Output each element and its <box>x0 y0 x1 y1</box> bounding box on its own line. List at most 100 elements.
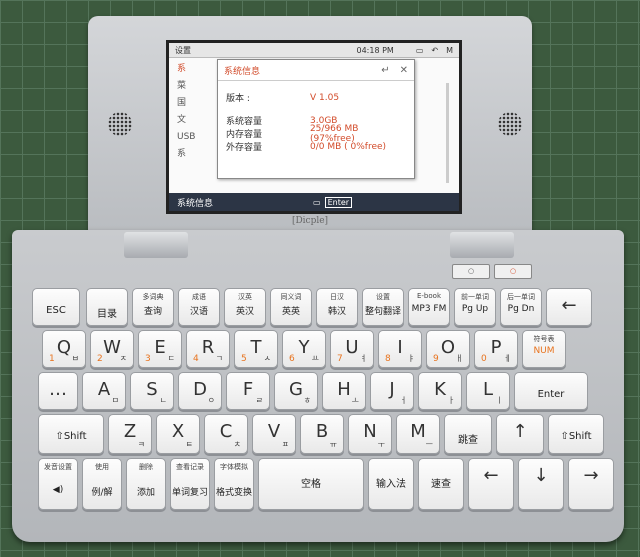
bottom-row-key-单词复习[interactable]: 查看记录 单词复习 <box>170 458 210 510</box>
key-main: ⇧Shift <box>55 431 87 442</box>
fn-row-key-韩汉[interactable]: 日汉 韩汉 <box>316 288 358 326</box>
home-row-key-k[interactable]: Kㅏ <box>418 372 462 410</box>
fn-row-key-目录[interactable]: 目录 <box>86 288 128 326</box>
fn-row-key-pg-up[interactable]: 前一单词 Pg Up <box>454 288 496 326</box>
key-main: Enter <box>537 389 565 400</box>
home-row-key-h[interactable]: Hㅗ <box>322 372 366 410</box>
key-main: 跳查 <box>458 435 478 446</box>
fn-row-key--[interactable]: ← <box>546 288 592 326</box>
home-row-key-a[interactable]: Aㅁ <box>82 372 126 410</box>
shift-row-key-z[interactable]: Zㅋ <box>108 414 152 454</box>
fn-row-key-mp3-fm[interactable]: E-book MP3 FM <box>408 288 450 326</box>
menu-item[interactable]: 系 <box>177 61 195 78</box>
shift-row-key--[interactable]: ↑ <box>496 414 544 454</box>
scrollbar[interactable] <box>446 83 449 183</box>
shift-row-key-跳查[interactable]: 跳查 <box>444 414 492 454</box>
qwerty-row-key-num[interactable]: 符号表 NUM <box>522 330 566 368</box>
key-top: 查看记录 <box>176 463 204 471</box>
qwerty-row-key-e[interactable]: E3ㄷ <box>138 330 182 368</box>
menu-item[interactable]: 系 <box>177 146 195 163</box>
power-button[interactable]: ○ <box>452 264 490 279</box>
qwerty-row-key-q[interactable]: Q1ㅂ <box>42 330 86 368</box>
brand-logo: [Dicple] <box>291 216 329 226</box>
shift-row-key-x[interactable]: Xㅌ <box>156 414 200 454</box>
key-main: ESC <box>46 305 66 316</box>
home-row-key-j[interactable]: Jㅓ <box>370 372 414 410</box>
home-row-key-s[interactable]: Sㄴ <box>130 372 174 410</box>
device-base: ESC 目录 多词典 查询 成语 汉语 汉英 英汉 同义词 英英 日汉 韩汉 设置 整句翻译 E-book M… <box>12 230 624 542</box>
key-kor: ㅅ <box>263 354 271 363</box>
shift-row-key-m[interactable]: Mㅡ <box>396 414 440 454</box>
key-num: 4 <box>193 354 199 364</box>
key-main: 空格 <box>301 479 321 490</box>
fn-row-key-英汉[interactable]: 汉英 英汉 <box>224 288 266 326</box>
enter-icon[interactable]: ↵ <box>381 65 389 76</box>
fn-row-key-查询[interactable]: 多词典 查询 <box>132 288 174 326</box>
key-num: 5 <box>241 354 247 364</box>
power-button-alt[interactable]: ○ <box>494 264 532 279</box>
home-row-key-d[interactable]: Dㅇ <box>178 372 222 410</box>
bottom-row-key--[interactable]: ↓ <box>518 458 564 510</box>
qwerty-row-key-w[interactable]: W2ㅈ <box>90 330 134 368</box>
bottom-row-key--[interactable]: ← <box>468 458 514 510</box>
key-main: ↑ <box>512 421 528 442</box>
key-num: 3 <box>145 354 151 364</box>
shift-row-key-v[interactable]: Vㅍ <box>252 414 296 454</box>
dialog-title: 系统信息 <box>224 66 261 77</box>
home-row-key-f[interactable]: Fㄹ <box>226 372 270 410</box>
key-top: 设置 <box>376 293 390 301</box>
key-kor: ㅌ <box>185 440 193 449</box>
key-kor: ㅎ <box>303 396 311 405</box>
shift-row-key--shift[interactable]: ⇧Shift <box>38 414 104 454</box>
close-icon[interactable]: ✕ <box>400 65 408 76</box>
fn-row-key-esc[interactable]: ESC <box>32 288 80 326</box>
shift-row-key-n[interactable]: Nㅜ <box>348 414 392 454</box>
bottom-row-key-输入法[interactable]: 输入法 <box>368 458 414 510</box>
fn-row-key-汉语[interactable]: 成语 汉语 <box>178 288 220 326</box>
qwerty-row-key-y[interactable]: Y6ㅛ <box>282 330 326 368</box>
home-row-key--[interactable]: … <box>38 372 78 410</box>
hinge-right <box>450 232 514 258</box>
key-bot: NUM <box>533 346 555 356</box>
enter-tag: Enter <box>324 196 353 208</box>
home-row-key-g[interactable]: Gㅎ <box>274 372 318 410</box>
bottom-row-key-添加[interactable]: 删除 添加 <box>126 458 166 510</box>
qwerty-row-key-p[interactable]: P0ㅔ <box>474 330 518 368</box>
bottom-row-key--[interactable]: → <box>568 458 614 510</box>
home-row-key-enter[interactable]: Enter <box>514 372 588 410</box>
return-icon: ↶ <box>431 45 439 55</box>
home-row-key-l[interactable]: Lㅣ <box>466 372 510 410</box>
qwerty-row-key-t[interactable]: T5ㅅ <box>234 330 278 368</box>
menu-item[interactable]: 文 <box>177 112 195 129</box>
bottom-row-key-空格[interactable]: 空格 <box>258 458 364 510</box>
qwerty-row-key-o[interactable]: O9ㅐ <box>426 330 470 368</box>
key-top: 字体模拟 <box>220 463 248 471</box>
qwerty-row-key-u[interactable]: U7ㅕ <box>330 330 374 368</box>
shift-row-key-b[interactable]: Bㅠ <box>300 414 344 454</box>
qwerty-row-key-r[interactable]: R4ㄱ <box>186 330 230 368</box>
fn-row-key-英英[interactable]: 同义词 英英 <box>270 288 312 326</box>
bottom-row-key--[interactable]: 发音设置 ◀) <box>38 458 78 510</box>
menu-item[interactable]: 国 <box>177 95 195 112</box>
fn-row-key-整句翻译[interactable]: 设置 整句翻译 <box>362 288 404 326</box>
bottom-row-key-格式变换[interactable]: 字体模拟 格式变换 <box>214 458 254 510</box>
key-top: 前一单词 <box>461 293 489 301</box>
qwerty-row-key-i[interactable]: I8ㅑ <box>378 330 422 368</box>
info-row-memory: 内存容量 25/966 MB (97%free) <box>226 124 406 144</box>
key-bot: 格式变换 <box>215 488 252 498</box>
info-value: 0/0 MB ( 0%free) <box>310 141 387 152</box>
key-kor: ㅋ <box>137 440 145 449</box>
key-kor: ㅑ <box>407 354 415 363</box>
key-top: 发音设置 <box>44 463 72 471</box>
shift-row-key-c[interactable]: Cㅊ <box>204 414 248 454</box>
key-kor: ㅍ <box>281 440 289 449</box>
key-main: ⇧Shift <box>560 431 592 442</box>
menu-item[interactable]: 菜 <box>177 78 195 95</box>
bottom-row-key-例-解[interactable]: 使用 例/解 <box>82 458 122 510</box>
bottom-row-key-速查[interactable]: 速查 <box>418 458 464 510</box>
enter-hint: ▭ Enter <box>313 196 353 208</box>
menu-item[interactable]: USB <box>177 129 195 146</box>
info-value: V 1.05 <box>310 92 340 103</box>
fn-row-key-pg-dn[interactable]: 后一单词 Pg Dn <box>500 288 542 326</box>
shift-row-key--shift[interactable]: ⇧Shift <box>548 414 604 454</box>
